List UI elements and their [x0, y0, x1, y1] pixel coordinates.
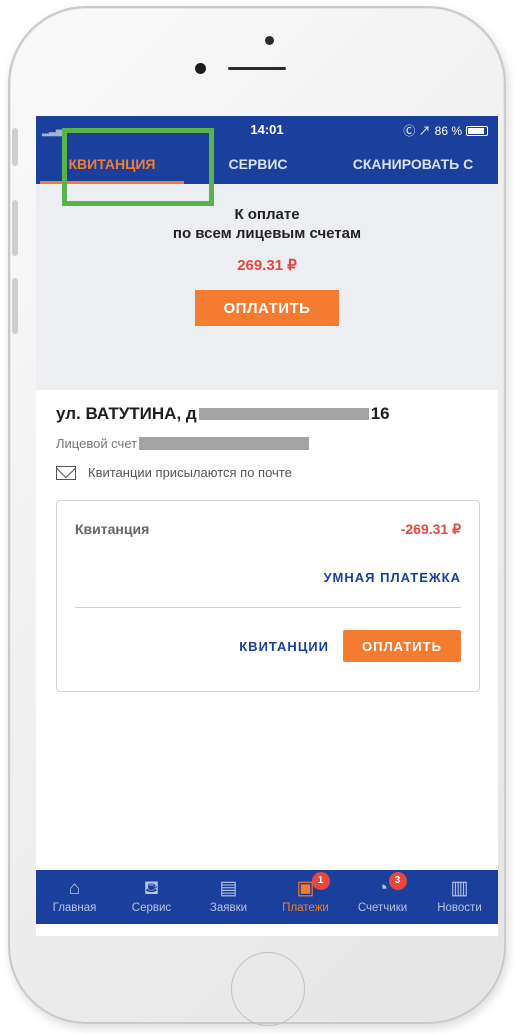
meters-badge: 3 [388, 872, 407, 890]
address-text: ул. ВАТУТИНА, д [56, 404, 197, 423]
nav-requests-label: Заявки [209, 902, 248, 914]
bottom-navigation: ⌂ Главная ⛾ Сервис ▤ Заявки ▣ 1 Платежи … [36, 870, 498, 924]
summary-amount: 269.31 ₽ [237, 257, 297, 274]
summary-title: К оплате [234, 206, 300, 223]
summary-subtitle: по всем лицевым счетам [172, 225, 362, 242]
nav-requests[interactable]: ▤ Заявки [191, 870, 267, 924]
tab-scan[interactable]: СКАНИРОВАТЬ С [328, 144, 498, 184]
receipt-row: Квитанция -269.31 ₽ [75, 521, 461, 538]
volume-down-button [12, 278, 18, 334]
nav-home[interactable]: ⌂ Главная [37, 870, 113, 924]
sensor-icon [195, 63, 206, 74]
battery-percent: 86 % [434, 123, 462, 138]
front-camera-icon [265, 36, 274, 45]
status-indicators: Ⓒ ↗ [403, 124, 431, 138]
pay-receipt-button[interactable]: ОПЛАТИТЬ [343, 630, 461, 662]
receipt-label: Квитанция [75, 521, 150, 537]
app-screen: ▂▃▅ 14:01 Ⓒ ↗ 86 % КВИТАНЦИЯ СЕРВИС СКАН… [36, 116, 498, 936]
account-address: ул. ВАТУТИНА, д 16 [56, 404, 478, 424]
account-section: ул. ВАТУТИНА, д 16 Лицевой счет Квитанци… [36, 390, 498, 692]
battery-icon [466, 125, 488, 136]
nav-meters-label: Счетчики [357, 902, 408, 914]
payments-icon: ▣ [296, 878, 315, 899]
nav-service[interactable]: ⛾ Сервис [114, 870, 190, 924]
nav-home-label: Главная [52, 902, 97, 914]
nav-meters[interactable]: ◔ 3 Счетчики [345, 870, 421, 924]
payments-badge: 1 [311, 872, 330, 890]
news-icon: ▥ [450, 878, 469, 899]
account-number-line: Лицевой счет [56, 436, 478, 451]
nav-payments[interactable]: ▣ 1 Платежи [268, 870, 344, 924]
card-divider [75, 607, 461, 608]
card-actions: КВИТАНЦИИ ОПЛАТИТЬ [75, 630, 461, 662]
status-right: Ⓒ ↗ 86 % [403, 122, 488, 139]
volume-up-button [12, 200, 18, 256]
smart-payment-link[interactable]: УМНАЯ ПЛАТЕЖКА [75, 570, 461, 585]
mail-note-text: Квитанции присылаются по почте [88, 465, 292, 480]
redacted-address [198, 408, 369, 420]
home-icon: ⌂ [68, 878, 81, 899]
mail-delivery-note: Квитанции присылаются по почте [56, 465, 478, 480]
nav-news[interactable]: ▥ Новости [422, 870, 498, 924]
address-tail: 16 [370, 404, 390, 423]
basket-icon: ⛾ [143, 878, 160, 899]
mail-icon [56, 465, 76, 480]
receipts-button[interactable]: КВИТАНЦИИ [239, 639, 329, 654]
pay-all-button[interactable]: ОПЛАТИТЬ [195, 290, 339, 326]
speaker-grille [228, 67, 286, 70]
nav-service-label: Сервис [131, 902, 172, 914]
account-number-label: Лицевой счет [56, 436, 138, 451]
mute-switch [12, 128, 18, 166]
receipt-amount: -269.31 ₽ [400, 521, 461, 537]
home-button[interactable] [231, 952, 305, 1026]
payment-summary: К оплате по всем лицевым счетам 269.31 ₽… [36, 184, 498, 390]
receipt-card: Квитанция -269.31 ₽ УМНАЯ ПЛАТЕЖКА КВИТА… [56, 500, 480, 692]
nav-news-label: Новости [437, 902, 482, 914]
tab-highlight-box [62, 128, 214, 206]
nav-payments-label: Платежи [282, 902, 329, 914]
requests-icon: ▤ [219, 878, 238, 899]
redacted-account-number [139, 437, 310, 450]
meters-icon: ◔ [376, 878, 389, 899]
